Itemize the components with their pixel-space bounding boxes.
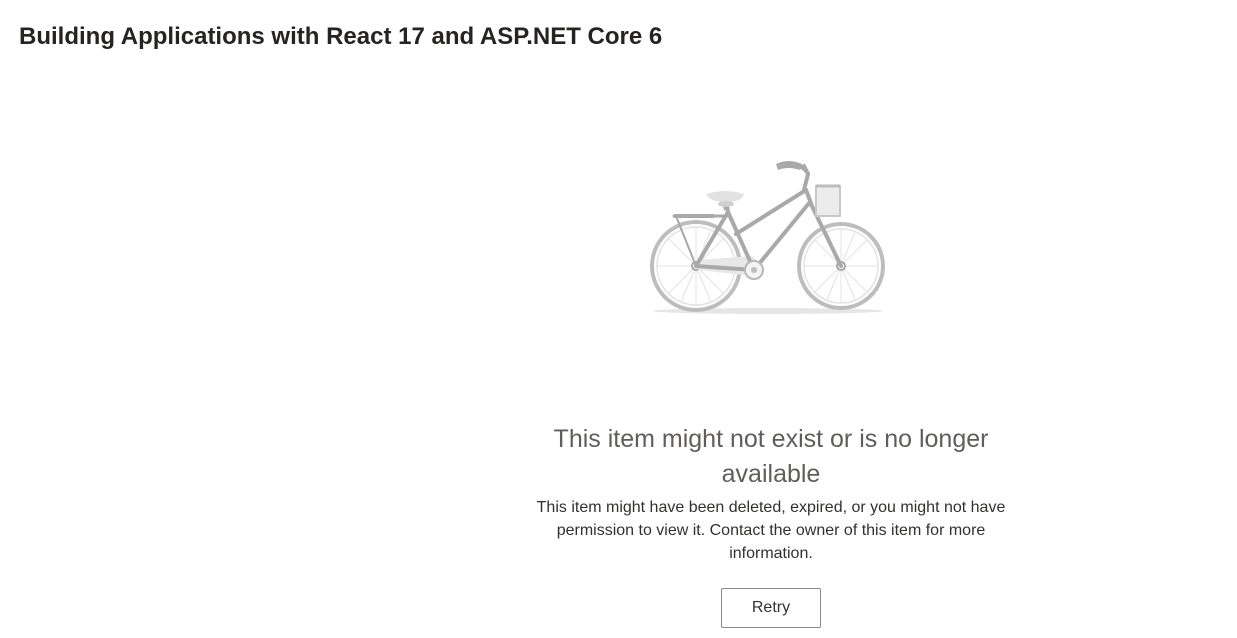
bicycle-icon (650, 161, 885, 314)
page-title: Building Applications with React 17 and … (19, 23, 663, 50)
empty-state-illustration (640, 152, 900, 322)
error-heading: This item might not exist or is no longe… (553, 425, 989, 488)
error-message: This item might have been deleted, expir… (536, 499, 1006, 562)
error-container: This item might not exist or is no longe… (520, 422, 1022, 565)
retry-button[interactable]: Retry (721, 588, 821, 628)
